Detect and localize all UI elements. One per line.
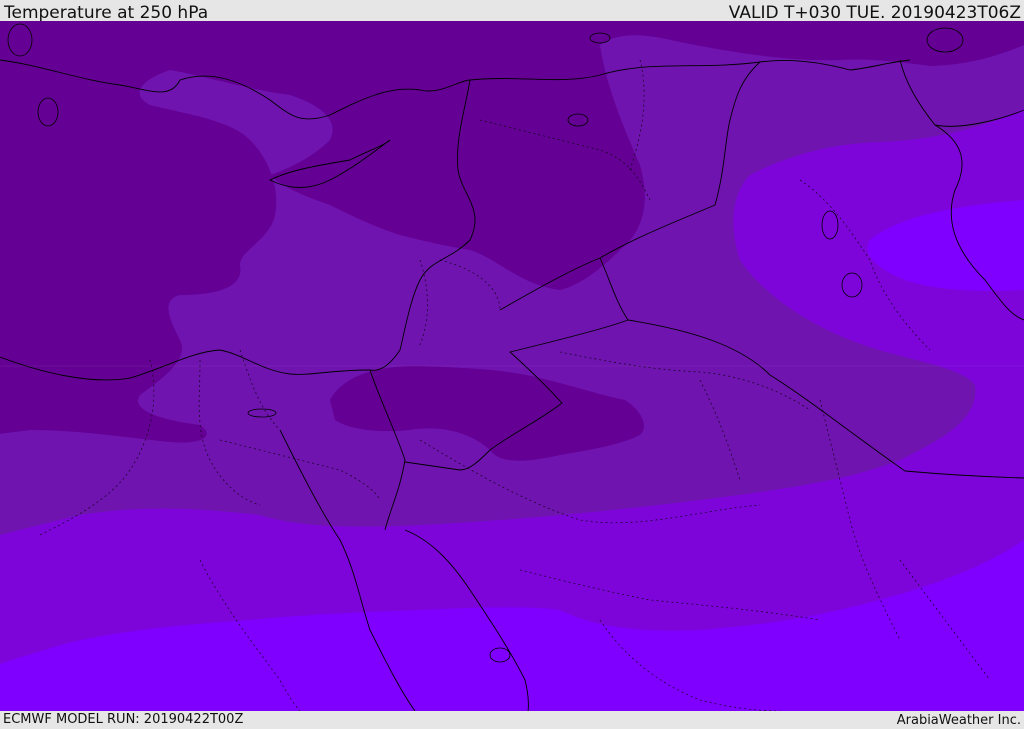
valid-time: VALID T+030 TUE. 20190423T06Z xyxy=(728,3,1021,23)
map-title: Temperature at 250 hPa xyxy=(4,3,209,23)
map-canvas xyxy=(0,21,1024,711)
footer-bar: ECMWF MODEL RUN: 20190422T00Z ArabiaWeat… xyxy=(0,711,1024,729)
header-bar: Temperature at 250 hPa VALID T+030 TUE. … xyxy=(0,0,1024,23)
temperature-map[interactable] xyxy=(0,21,1024,711)
credit-label: ArabiaWeather Inc. xyxy=(896,713,1021,728)
model-run-label: ECMWF MODEL RUN: 20190422T00Z xyxy=(3,712,244,727)
